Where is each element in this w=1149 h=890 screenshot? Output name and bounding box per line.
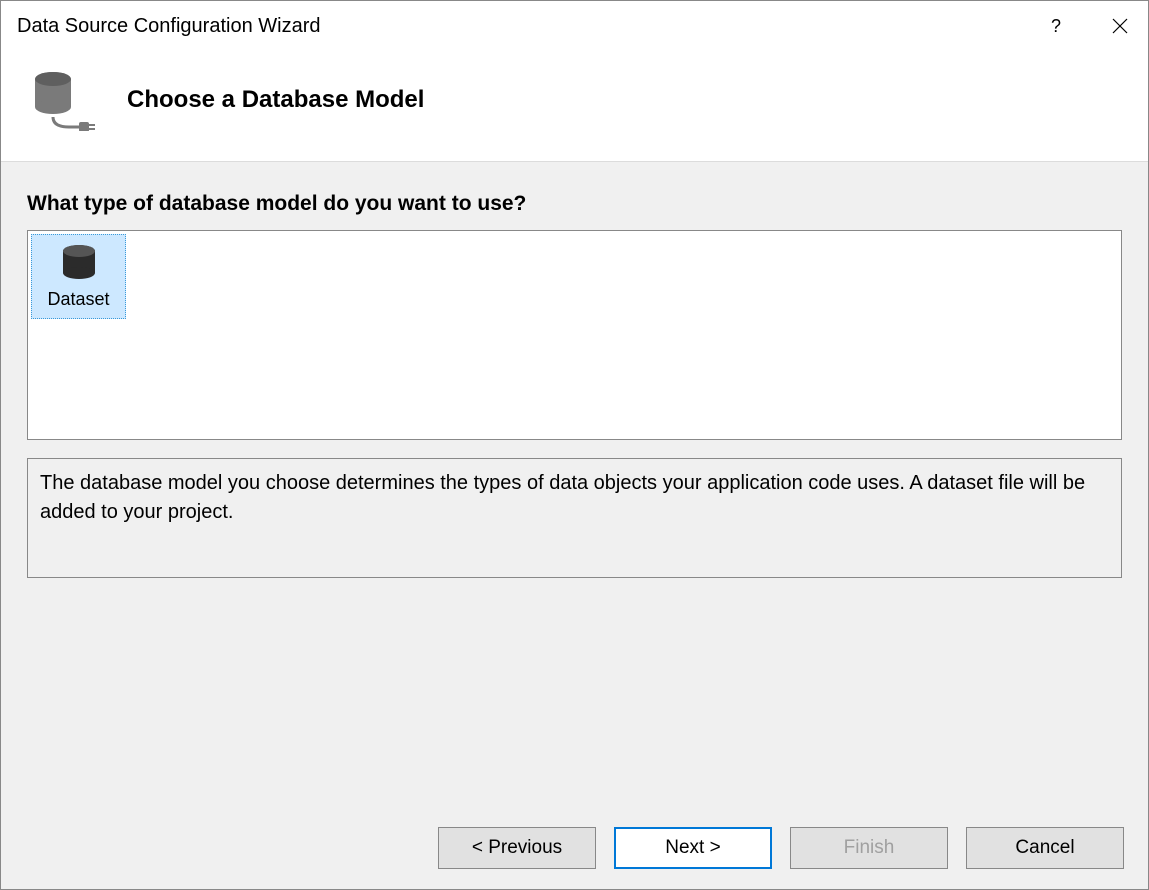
- title-bar: Data Source Configuration Wizard ?: [1, 1, 1148, 45]
- close-button[interactable]: [1104, 10, 1136, 42]
- wizard-header: Choose a Database Model: [1, 45, 1148, 161]
- previous-button[interactable]: < Previous: [438, 827, 596, 869]
- database-icon: [59, 243, 99, 283]
- window-title: Data Source Configuration Wizard: [17, 15, 320, 38]
- wizard-step-title: Choose a Database Model: [127, 86, 424, 114]
- next-button[interactable]: Next >: [614, 827, 772, 869]
- finish-button: Finish: [790, 827, 948, 869]
- model-list[interactable]: Dataset: [27, 230, 1122, 440]
- model-item-dataset[interactable]: Dataset: [31, 234, 126, 319]
- help-button[interactable]: ?: [1040, 10, 1072, 42]
- window-buttons: ?: [1040, 10, 1136, 42]
- cancel-button[interactable]: Cancel: [966, 827, 1124, 869]
- model-question: What type of database model do you want …: [27, 192, 1122, 216]
- wizard-footer: < Previous Next > Finish Cancel: [1, 813, 1148, 889]
- model-description: The database model you choose determines…: [27, 458, 1122, 578]
- database-plug-icon: [29, 69, 99, 131]
- wizard-body: What type of database model do you want …: [1, 161, 1148, 813]
- close-icon: [1112, 18, 1128, 34]
- model-item-label: Dataset: [47, 289, 109, 310]
